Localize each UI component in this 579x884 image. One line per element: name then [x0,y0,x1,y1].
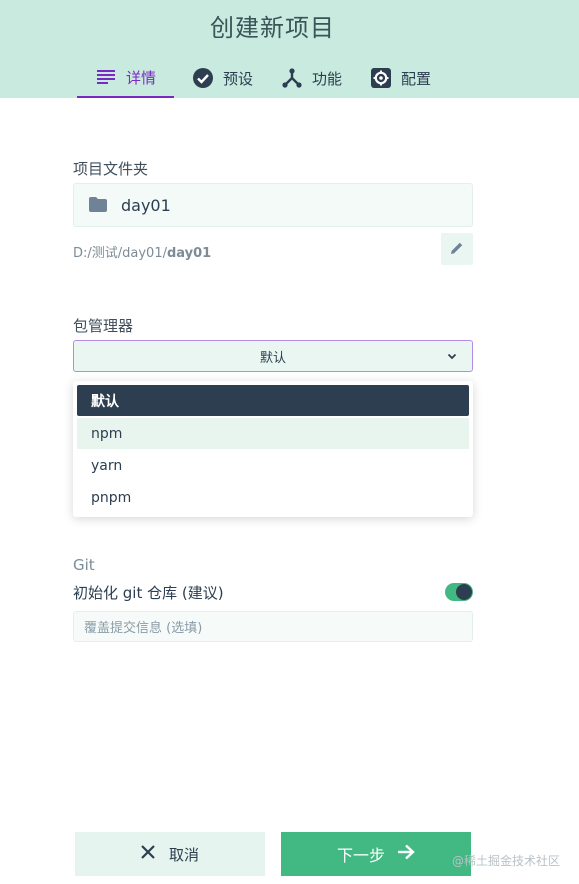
tab-config[interactable]: 配置 [360,58,449,98]
folder-path: D:/测试/day01/day01 [73,242,211,261]
pencil-icon [450,240,464,259]
edit-path-button[interactable] [441,233,473,265]
git-section-label: Git [73,556,95,574]
fork-icon [281,67,303,89]
project-folder-field[interactable]: day01 [73,183,473,227]
watermark: @稀土掘金技术社区 [452,854,561,868]
page-title: 创建新项目 [210,14,335,42]
folder-path-prefix: D:/测试/day01/ [73,246,167,261]
gear-icon [370,67,392,89]
folder-section-label: 项目文件夹 [73,160,149,178]
folder-name: day01 [121,195,171,215]
cancel-label: 取消 [168,845,199,864]
header: 创建新项目 详情 预设 功能 配置 [0,0,579,98]
close-icon [141,845,155,863]
tab-presets[interactable]: 预设 [174,58,271,98]
check-circle-icon [192,67,214,89]
option-default[interactable]: 默认 [77,385,469,416]
folder-path-name: day01 [166,246,212,261]
folder-icon [89,197,109,213]
option-yarn[interactable]: yarn [77,450,469,481]
tab-details[interactable]: 详情 [77,58,175,98]
cancel-button[interactable]: 取消 [75,832,265,876]
tab-label: 功能 [312,69,343,88]
next-label: 下一步 [336,846,385,865]
package-manager-select[interactable]: 默认 [73,340,473,372]
tab-bar: 详情 预设 功能 配置 [77,58,449,98]
select-value: 默认 [259,350,286,366]
tab-label: 配置 [401,69,432,88]
chevron-down-icon [446,350,458,362]
arrow-right-icon [397,844,415,864]
option-npm[interactable]: npm [77,418,469,449]
package-manager-dropdown: 默认 npm yarn pnpm [73,381,473,517]
git-init-label: 初始化 git 仓库 (建议) [73,584,224,602]
tab-label: 详情 [126,68,157,87]
list-icon [95,66,117,88]
toggle-knob [456,584,472,600]
package-manager-label: 包管理器 [73,317,134,335]
tab-features[interactable]: 功能 [271,58,360,98]
tab-label: 预设 [223,69,254,88]
next-button[interactable]: 下一步 [281,832,471,876]
commit-message-input[interactable]: 覆盖提交信息 (选填) [73,611,473,642]
option-pnpm[interactable]: pnpm [77,482,469,513]
git-init-toggle[interactable] [445,583,473,601]
